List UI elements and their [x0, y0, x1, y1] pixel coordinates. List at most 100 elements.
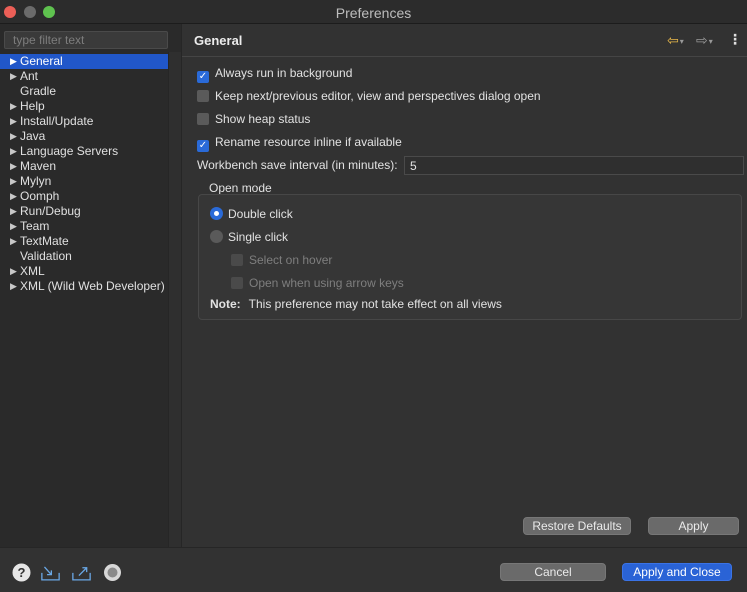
tree-item-label: Mylyn [20, 174, 52, 188]
open-arrow-keys-option: Open when using arrow keys [231, 275, 404, 291]
note-label: Note: [210, 297, 241, 311]
expand-arrow-icon[interactable]: ▶ [10, 129, 17, 144]
tree-item-label: Install/Update [20, 114, 94, 128]
expand-arrow-icon[interactable]: ▶ [10, 264, 17, 279]
apply-and-close-button[interactable]: Apply and Close [622, 563, 732, 581]
tree-item-gradle[interactable]: Gradle [0, 84, 168, 99]
radio-label: Single click [228, 230, 289, 244]
show-heap-status-option[interactable]: Show heap status [197, 111, 310, 127]
tree-item-validation[interactable]: Validation [0, 249, 168, 264]
expand-arrow-icon[interactable]: ▶ [10, 99, 17, 114]
export-icon[interactable] [72, 563, 91, 582]
tree-item-mylyn[interactable]: ▶ Mylyn [0, 174, 168, 189]
tree-item-label: XML [20, 264, 45, 278]
help-icon[interactable]: ? [12, 563, 31, 582]
tree-item-team[interactable]: ▶ Team [0, 219, 168, 234]
tree-item-run-debug[interactable]: ▶ Run/Debug [0, 204, 168, 219]
window-title: Preferences [335, 5, 412, 21]
tree-item-label: Run/Debug [20, 204, 81, 218]
tree-item-language-servers[interactable]: ▶ Language Servers [0, 144, 168, 159]
tree-item-xml[interactable]: ▶ XML [0, 264, 168, 279]
tree-item-label: Oomph [20, 189, 60, 203]
open-mode-group: Double click Single click Select on hove… [198, 194, 742, 320]
single-click-radio[interactable] [210, 230, 223, 243]
tree-item-label: Help [20, 99, 45, 113]
forward-dropdown-icon[interactable]: ▾ [709, 37, 713, 46]
tree-item-label: Language Servers [20, 144, 119, 158]
expand-arrow-icon[interactable]: ▶ [10, 204, 17, 219]
select-on-hover-checkbox [231, 254, 243, 266]
tree-item-label: Validation [20, 249, 72, 263]
tree-item-maven[interactable]: ▶ Maven [0, 159, 168, 174]
expand-arrow-icon[interactable]: ▶ [10, 234, 17, 249]
rename-inline-checkbox[interactable]: ✓ [197, 140, 209, 152]
tree-item-label: Ant [20, 69, 39, 83]
select-on-hover-option: Select on hover [231, 252, 332, 268]
title-bar: Preferences [0, 0, 747, 24]
tree-item-general[interactable]: ▶ General [0, 54, 168, 69]
tree-item-textmate[interactable]: ▶ TextMate [0, 234, 168, 249]
tree-item-java[interactable]: ▶ Java [0, 129, 168, 144]
dialog-footer: ? Cancel Apply and Close [0, 547, 747, 592]
restore-defaults-button[interactable]: Restore Defaults [523, 517, 631, 535]
import-icon[interactable] [41, 563, 60, 582]
radio-label: Double click [228, 207, 293, 221]
expand-arrow-icon[interactable]: ▶ [10, 219, 17, 234]
option-label: Rename resource inline if available [215, 135, 402, 149]
always-run-background-option[interactable]: ✓ Always run in background [197, 65, 353, 83]
oomph-icon[interactable] [103, 563, 122, 582]
expand-arrow-icon[interactable]: ▶ [10, 114, 17, 129]
cancel-button[interactable]: Cancel [500, 563, 606, 581]
tree-scrollbar[interactable] [168, 52, 181, 571]
tree-item-install-update[interactable]: ▶ Install/Update [0, 114, 168, 129]
keep-dialog-open-option[interactable]: Keep next/previous editor, view and pers… [197, 88, 541, 104]
option-label: Select on hover [249, 253, 333, 267]
back-dropdown-icon[interactable]: ▾ [680, 37, 684, 46]
tree-item-xml-wild-web-developer[interactable]: ▶ XML (Wild Web Developer) [0, 279, 168, 294]
tree-item-label: Gradle [20, 84, 57, 98]
note-text: This preference may not take effect on a… [248, 297, 502, 311]
option-label: Keep next/previous editor, view and pers… [215, 89, 541, 103]
option-label: Show heap status [215, 112, 311, 126]
svg-text:?: ? [18, 565, 26, 580]
apply-button[interactable]: Apply [648, 517, 739, 535]
expand-arrow-icon[interactable]: ▶ [10, 54, 17, 69]
filter-input[interactable] [4, 31, 168, 49]
preference-tree: ▶ General ▶ Ant Gradle ▶ Help ▶ Install/… [0, 54, 181, 294]
open-arrow-keys-checkbox [231, 277, 243, 289]
tree-item-label: Team [20, 219, 50, 233]
rename-inline-option[interactable]: ✓ Rename resource inline if available [197, 134, 402, 152]
double-click-radio[interactable] [210, 207, 223, 220]
page-title: General [194, 33, 243, 48]
expand-arrow-icon[interactable]: ▶ [10, 279, 17, 294]
expand-arrow-icon[interactable]: ▶ [10, 189, 17, 204]
tree-item-label: TextMate [20, 234, 69, 248]
tree-item-label: XML (Wild Web Developer) [20, 279, 165, 293]
tree-item-help[interactable]: ▶ Help [0, 99, 168, 114]
forward-arrow-icon[interactable]: ⇨▾ [696, 32, 713, 49]
expand-arrow-icon[interactable]: ▶ [10, 159, 17, 174]
tree-item-oomph[interactable]: ▶ Oomph [0, 189, 168, 204]
single-click-option[interactable]: Single click [210, 229, 288, 245]
always-run-background-checkbox[interactable]: ✓ [197, 71, 209, 83]
save-interval-label: Workbench save interval (in minutes): [197, 158, 398, 172]
open-mode-note: Note: This preference may not take effect… [210, 297, 502, 311]
expand-arrow-icon[interactable]: ▶ [10, 69, 17, 84]
option-label: Open when using arrow keys [249, 276, 404, 290]
view-menu-icon[interactable]: ⋮ [728, 31, 742, 48]
tree-item-label: Java [20, 129, 46, 143]
preference-page: General ⇦▾ ⇨▾ ⋮ ✓ Always run in backgroun… [181, 24, 747, 547]
keep-dialog-open-checkbox[interactable] [197, 90, 209, 102]
save-interval-input[interactable] [404, 156, 744, 175]
expand-arrow-icon[interactable]: ▶ [10, 144, 17, 159]
tree-item-label: Maven [20, 159, 57, 173]
page-header: General ⇦▾ ⇨▾ ⋮ [182, 24, 747, 57]
option-label: Always run in background [215, 66, 353, 80]
back-arrow-icon[interactable]: ⇦▾ [667, 32, 684, 49]
expand-arrow-icon[interactable]: ▶ [10, 174, 17, 189]
open-mode-label: Open mode [209, 181, 272, 195]
sidebar: ▶ General ▶ Ant Gradle ▶ Help ▶ Install/… [0, 24, 181, 571]
show-heap-status-checkbox[interactable] [197, 113, 209, 125]
double-click-option[interactable]: Double click [210, 206, 293, 222]
tree-item-ant[interactable]: ▶ Ant [0, 69, 168, 84]
